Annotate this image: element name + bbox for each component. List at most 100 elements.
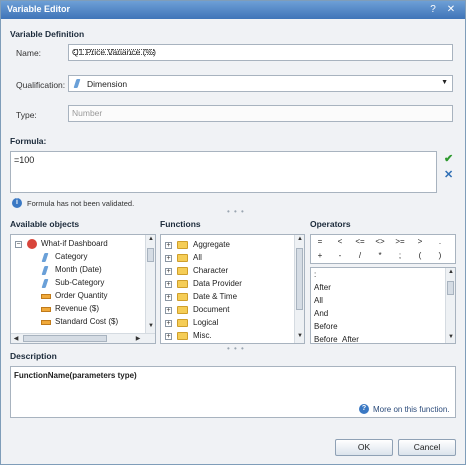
expand-icon[interactable]: + [165, 242, 172, 249]
functions-scrollbar-vertical[interactable]: ▲ ▼ [294, 235, 304, 343]
function-category-label: Aggregate [193, 240, 230, 249]
expand-icon[interactable]: + [165, 333, 172, 340]
function-category-logical[interactable]: + Logical [161, 318, 291, 331]
operator-button[interactable]: ; [389, 251, 411, 260]
function-category-data-provider[interactable]: + Data Provider [161, 279, 291, 292]
function-category-date-time[interactable]: + Date & Time [161, 292, 291, 305]
folder-icon [177, 319, 188, 327]
type-label: Type: [16, 110, 37, 120]
operator-button[interactable]: ( [409, 251, 431, 260]
tree-item-label: Standard Cost ($) [55, 317, 119, 326]
tree-item-category[interactable]: Category [11, 252, 145, 265]
scroll-up-icon[interactable]: ▲ [446, 269, 455, 275]
scroll-thumb[interactable] [23, 335, 107, 342]
expand-icon[interactable]: + [165, 268, 172, 275]
operators-list[interactable]: : After All And Before Before_After ▲ ▼ [310, 267, 456, 344]
more-on-function-link[interactable]: More on this function. [373, 405, 449, 414]
operator-button[interactable]: + [309, 251, 331, 260]
validate-check-icon[interactable]: ✔ [444, 152, 453, 165]
operator-button[interactable]: . [429, 237, 451, 246]
help-icon[interactable]: ? [427, 4, 439, 16]
dimension-icon [41, 279, 49, 288]
variable-editor-dialog: Variable Editor ? ✕ Variable Definition … [0, 0, 466, 465]
tree-item-revenue[interactable]: Revenue ($) [11, 304, 145, 317]
scroll-up-icon[interactable]: ▲ [146, 236, 155, 242]
operator-list-item[interactable]: Before [314, 322, 338, 335]
expand-icon[interactable]: + [165, 320, 172, 327]
type-placeholder: Number [72, 108, 103, 118]
objects-scrollbar-vertical[interactable]: ▲ ▼ [145, 235, 155, 333]
functions-tree[interactable]: + Aggregate + All + Character + Data Pro… [160, 234, 305, 344]
function-category-misc[interactable]: + Misc. [161, 331, 291, 343]
close-icon[interactable]: ✕ [445, 4, 457, 16]
measure-icon [41, 294, 51, 299]
operator-button[interactable]: - [329, 251, 351, 260]
operator-button[interactable]: > [409, 237, 431, 246]
dimension-icon [73, 79, 81, 88]
operator-list-item[interactable]: : [314, 270, 316, 283]
tree-item-label: Order Quantity [55, 291, 108, 300]
title-bar: Variable Editor ? ✕ [1, 1, 465, 19]
operator-list-item[interactable]: Before_After [314, 335, 359, 343]
scroll-up-icon[interactable]: ▲ [295, 236, 304, 242]
tree-item-sub-category[interactable]: Sub-Category [11, 278, 145, 291]
type-field: Number [68, 105, 453, 122]
scroll-down-icon[interactable]: ▼ [446, 334, 455, 340]
operator-list-item[interactable]: After [314, 283, 331, 296]
available-objects-heading: Available objects [10, 219, 80, 229]
function-category-character[interactable]: + Character [161, 266, 291, 279]
expand-icon[interactable]: + [165, 281, 172, 288]
operator-button[interactable]: < [329, 237, 351, 246]
function-category-label: Misc. [193, 331, 212, 340]
expand-icon[interactable]: + [165, 294, 172, 301]
operator-button[interactable]: = [309, 237, 331, 246]
functions-heading: Functions [160, 219, 201, 229]
operator-list-item[interactable]: And [314, 309, 328, 322]
operator-button[interactable]: ) [429, 251, 451, 260]
function-category-document[interactable]: + Document [161, 305, 291, 318]
scroll-thumb[interactable] [447, 281, 454, 295]
expand-icon[interactable]: + [165, 255, 172, 262]
tree-item-root[interactable]: − What-if Dashboard [11, 239, 145, 252]
operator-button[interactable]: >= [389, 237, 411, 246]
tree-item-label: What-if Dashboard [41, 239, 108, 248]
function-category-label: Date & Time [193, 292, 238, 301]
qualification-select[interactable]: Dimension ▼ [68, 75, 453, 92]
name-value: Q1 Price Variance (%) [72, 47, 156, 57]
operator-button[interactable]: / [349, 251, 371, 260]
scroll-thumb[interactable] [296, 248, 303, 310]
function-category-aggregate[interactable]: + Aggregate [161, 240, 291, 253]
splitter-grip[interactable]: • • • [227, 207, 245, 216]
variable-definition-heading: Variable Definition [10, 29, 85, 39]
scroll-right-icon[interactable]: ▶ [133, 335, 143, 342]
splitter-grip[interactable]: • • • [227, 344, 245, 353]
collapse-icon[interactable]: − [15, 241, 22, 248]
operators-scrollbar-vertical[interactable]: ▲ ▼ [445, 268, 455, 343]
operator-button[interactable]: <= [349, 237, 371, 246]
tree-item-standard-cost[interactable]: Standard Cost ($) [11, 317, 145, 330]
ok-button[interactable]: OK [335, 439, 393, 456]
operators-grid: = < <= <> >= > . + - / * ; ( ) [310, 234, 456, 264]
name-input[interactable]: Q1 Price Variance (%) [68, 44, 453, 61]
operator-button[interactable]: <> [369, 237, 391, 246]
scroll-left-icon[interactable]: ◀ [11, 335, 21, 342]
tree-item-month[interactable]: Month (Date) [11, 265, 145, 278]
operator-list-item[interactable]: All [314, 296, 323, 309]
info-icon: i [12, 198, 22, 208]
tree-item-order-quantity[interactable]: Order Quantity [11, 291, 145, 304]
folder-icon [177, 267, 188, 275]
available-objects-tree[interactable]: − What-if Dashboard Category Month (Date… [10, 234, 156, 344]
scroll-down-icon[interactable]: ▼ [295, 333, 304, 339]
expand-icon[interactable]: + [165, 307, 172, 314]
cancel-button[interactable]: Cancel [398, 439, 456, 456]
formula-editor[interactable]: =100 [10, 151, 437, 193]
universe-icon [27, 239, 37, 249]
objects-scrollbar-horizontal[interactable]: ◀ ▶ [11, 333, 155, 343]
clear-formula-icon[interactable]: ✕ [444, 168, 453, 181]
dialog-title: Variable Editor [7, 4, 71, 14]
operator-button[interactable]: * [369, 251, 391, 260]
folder-icon [177, 293, 188, 301]
scroll-thumb[interactable] [147, 248, 154, 262]
scroll-down-icon[interactable]: ▼ [146, 323, 155, 329]
function-category-all[interactable]: + All [161, 253, 291, 266]
